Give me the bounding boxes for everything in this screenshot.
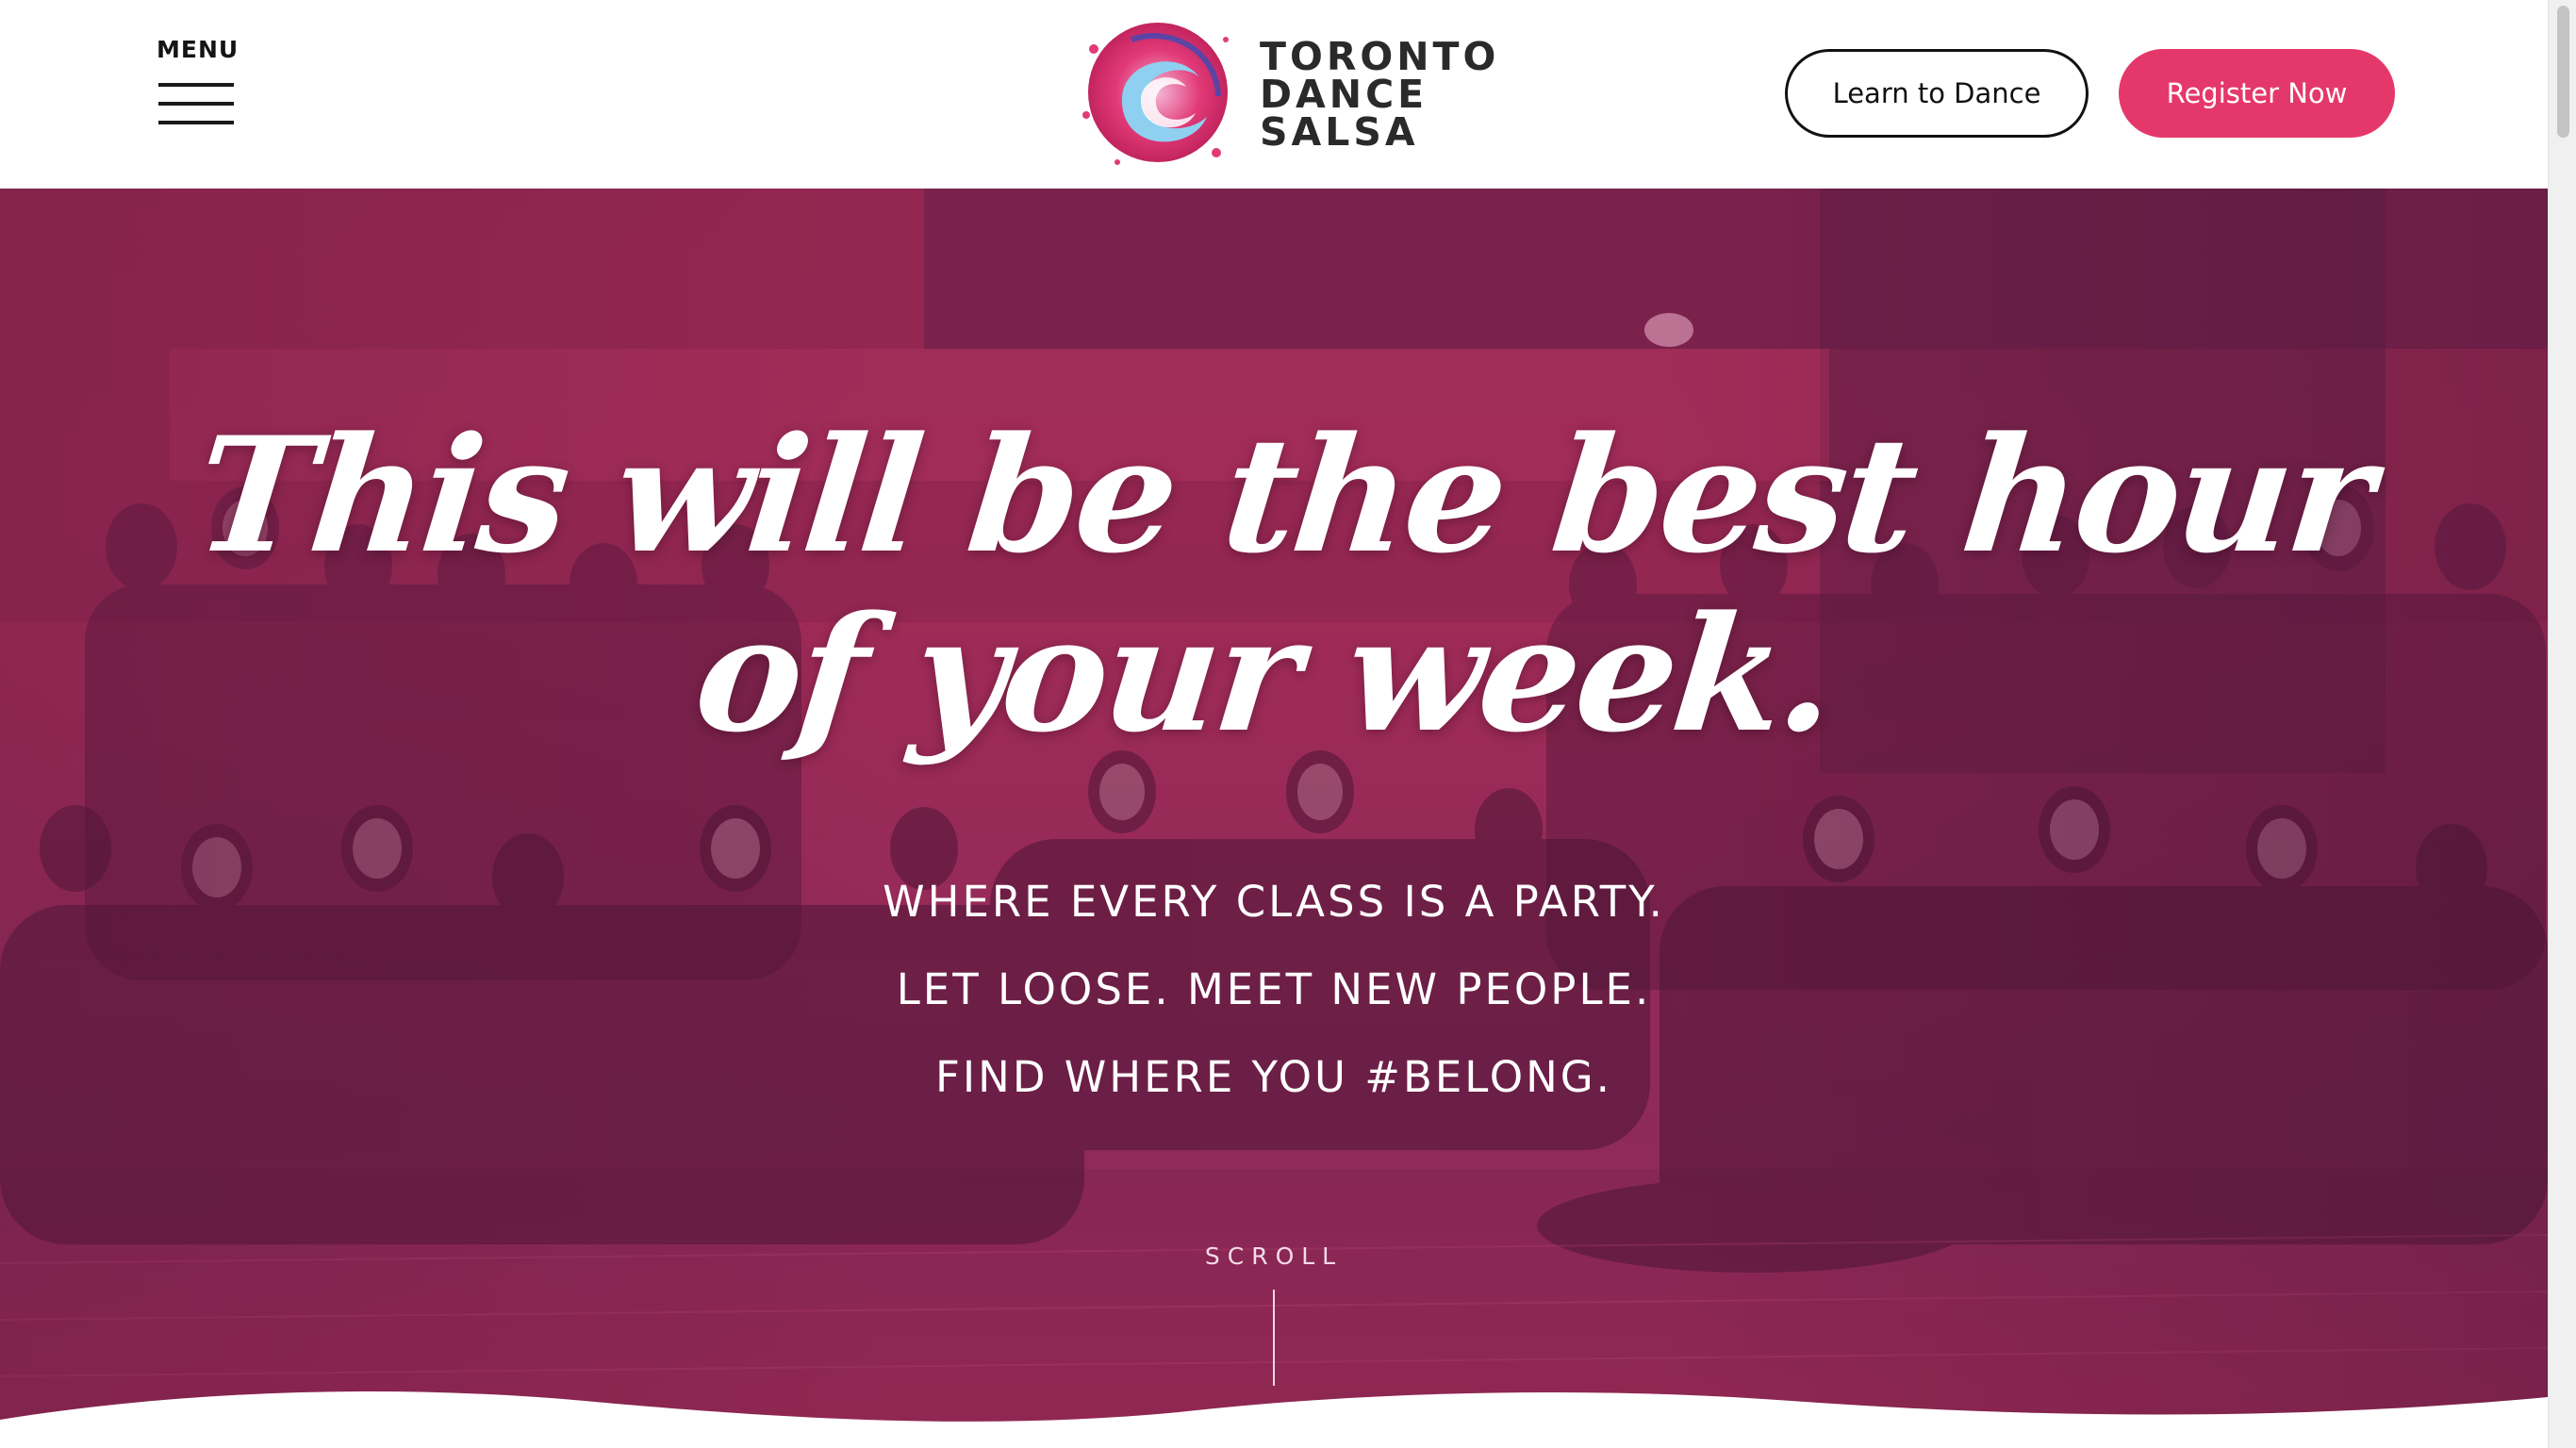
register-now-button[interactable]: Register Now bbox=[2119, 49, 2395, 138]
hamburger-icon-bar bbox=[158, 102, 234, 106]
hero-headline: This will be the best hour of your week. bbox=[0, 402, 2548, 767]
splash-wave-logo-icon bbox=[1082, 23, 1229, 165]
logo-wordmark: TORONTO DANCE SALSA bbox=[1260, 34, 1500, 155]
menu-label: MENU bbox=[157, 36, 239, 63]
page-scrollbar[interactable] bbox=[2548, 0, 2576, 1448]
menu-toggle[interactable]: MENU bbox=[157, 36, 239, 130]
scroll-indicator-label[interactable]: SCROLL bbox=[0, 1242, 2548, 1270]
tagline-belong: FIND WHERE YOU #BELONG. bbox=[935, 1052, 1612, 1102]
hamburger-icon bbox=[158, 83, 234, 87]
logo-line: TORONTO bbox=[1260, 34, 1500, 79]
scrollbar-thumb[interactable] bbox=[2557, 6, 2569, 138]
logo-line: SALSA bbox=[1260, 109, 1419, 155]
tagline-meet: LET LOOSE. MEET NEW PEOPLE. bbox=[896, 964, 1652, 1014]
tagline-party: WHERE EVERY CLASS IS A PARTY. bbox=[883, 877, 1665, 927]
site-header: MENU TORONTO DANCE SALSA Learn to Dance … bbox=[0, 0, 2548, 189]
headline-line-1: This will be the best hour bbox=[188, 402, 2379, 588]
page: MENU TORONTO DANCE SALSA Learn to Dance … bbox=[0, 0, 2576, 1448]
hero-section: This will be the best hour of your week.… bbox=[0, 189, 2548, 1448]
headline-line-2: of your week. bbox=[687, 581, 1841, 767]
hamburger-icon-bar bbox=[158, 121, 234, 124]
learn-to-dance-button[interactable]: Learn to Dance bbox=[1785, 49, 2089, 138]
logo-line: DANCE bbox=[1260, 72, 1428, 117]
hero-bottom-wave bbox=[0, 1390, 2548, 1448]
site-logo[interactable]: TORONTO DANCE SALSA bbox=[1075, 11, 1495, 172]
